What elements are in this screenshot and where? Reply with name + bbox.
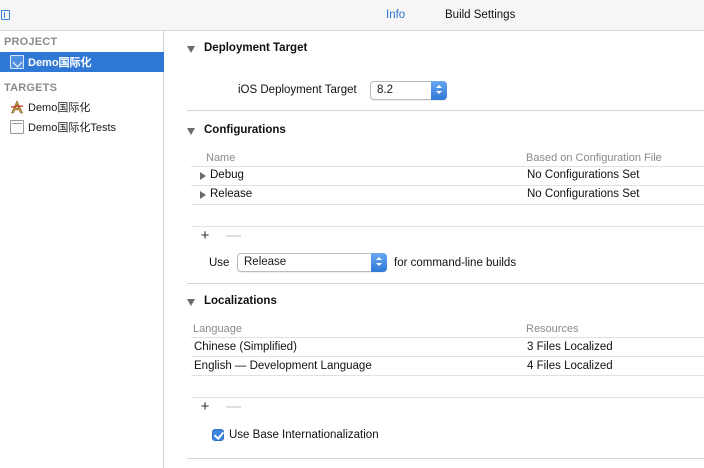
sidebar-item-project[interactable]: Demo国际化 <box>0 52 164 72</box>
localizations-disclosure-icon[interactable] <box>187 299 195 306</box>
sidebar-item-test-target[interactable]: Demo国际化Tests <box>0 117 164 137</box>
config-file-column-header[interactable]: Based on Configuration File <box>526 152 662 164</box>
test-bundle-icon <box>10 120 24 134</box>
table-divider <box>191 337 704 338</box>
sidebar-item-label: Demo国际化 <box>28 102 91 114</box>
section-divider <box>187 110 704 111</box>
section-divider <box>187 283 704 284</box>
config-row-release-name[interactable]: Release <box>210 188 252 200</box>
tab-build-settings[interactable]: Build Settings <box>445 9 515 21</box>
config-row-release-file[interactable]: No Configurations Set <box>527 188 640 200</box>
resources-column-header[interactable]: Resources <box>526 323 579 335</box>
table-divider <box>191 204 704 205</box>
configurations-section-title: Configurations <box>204 124 286 136</box>
ios-deployment-target-combo[interactable]: 8.2 <box>370 81 447 100</box>
project-info-editor: Deployment Target iOS Deployment Target … <box>165 31 704 468</box>
sidebar-item-label: Demo国际化Tests <box>28 122 117 134</box>
localization-row-chinese-language[interactable]: Chinese (Simplified) <box>194 341 297 353</box>
chevron-updown-icon[interactable] <box>371 253 387 272</box>
sidebar-toggle-icon[interactable] <box>1 10 10 20</box>
table-divider <box>191 185 704 186</box>
editor-top-bar: Info Build Settings <box>0 0 704 31</box>
add-localization-button[interactable]: + <box>198 398 212 415</box>
expand-release-icon[interactable] <box>200 191 206 199</box>
deployment-disclosure-icon[interactable] <box>187 46 195 53</box>
localizations-section-title: Localizations <box>204 295 277 307</box>
command-line-builds-label: for command-line builds <box>394 257 517 269</box>
localization-row-english-language[interactable]: English — Development Language <box>194 360 372 372</box>
configurations-disclosure-icon[interactable] <box>187 128 195 135</box>
sidebar-item-label: Demo国际化 <box>28 57 92 69</box>
table-bottom-divider <box>191 226 704 227</box>
table-divider <box>191 166 704 167</box>
base-internationalization-checkbox[interactable] <box>212 429 224 441</box>
targets-section-header: TARGETS <box>4 82 58 94</box>
add-configuration-button[interactable]: + <box>198 227 212 244</box>
chevron-down-icon[interactable] <box>431 81 447 100</box>
table-divider <box>191 356 704 357</box>
project-section-header: PROJECT <box>4 36 58 48</box>
localization-row-chinese-resources[interactable]: 3 Files Localized <box>527 341 613 353</box>
use-configuration-label: Use <box>209 257 230 269</box>
remove-localization-button[interactable]: — <box>226 398 241 415</box>
base-internationalization-label[interactable]: Use Base Internationalization <box>229 429 379 441</box>
ios-deployment-target-value: 8.2 <box>377 84 393 96</box>
expand-debug-icon[interactable] <box>200 172 206 180</box>
table-divider <box>191 375 704 376</box>
localization-row-english-resources[interactable]: 4 Files Localized <box>527 360 613 372</box>
section-divider <box>187 458 704 459</box>
tab-info[interactable]: Info <box>386 9 405 21</box>
table-bottom-divider <box>191 397 704 398</box>
remove-configuration-button[interactable]: — <box>226 227 241 244</box>
config-row-debug-name[interactable]: Debug <box>210 169 244 181</box>
config-row-debug-file[interactable]: No Configurations Set <box>527 169 640 181</box>
project-sidebar: PROJECT Demo国际化 TARGETS Demo国际化 Demo国际化T… <box>0 31 164 468</box>
project-doc-icon <box>10 55 24 69</box>
language-column-header[interactable]: Language <box>193 323 242 335</box>
sidebar-item-app-target[interactable]: Demo国际化 <box>0 97 164 117</box>
deployment-section-title: Deployment Target <box>204 42 308 54</box>
ios-deployment-target-label: iOS Deployment Target <box>238 84 357 96</box>
app-target-icon <box>10 100 24 114</box>
command-line-config-value: Release <box>244 256 287 268</box>
command-line-config-popup[interactable]: Release <box>237 253 387 272</box>
config-name-column-header[interactable]: Name <box>206 152 235 164</box>
